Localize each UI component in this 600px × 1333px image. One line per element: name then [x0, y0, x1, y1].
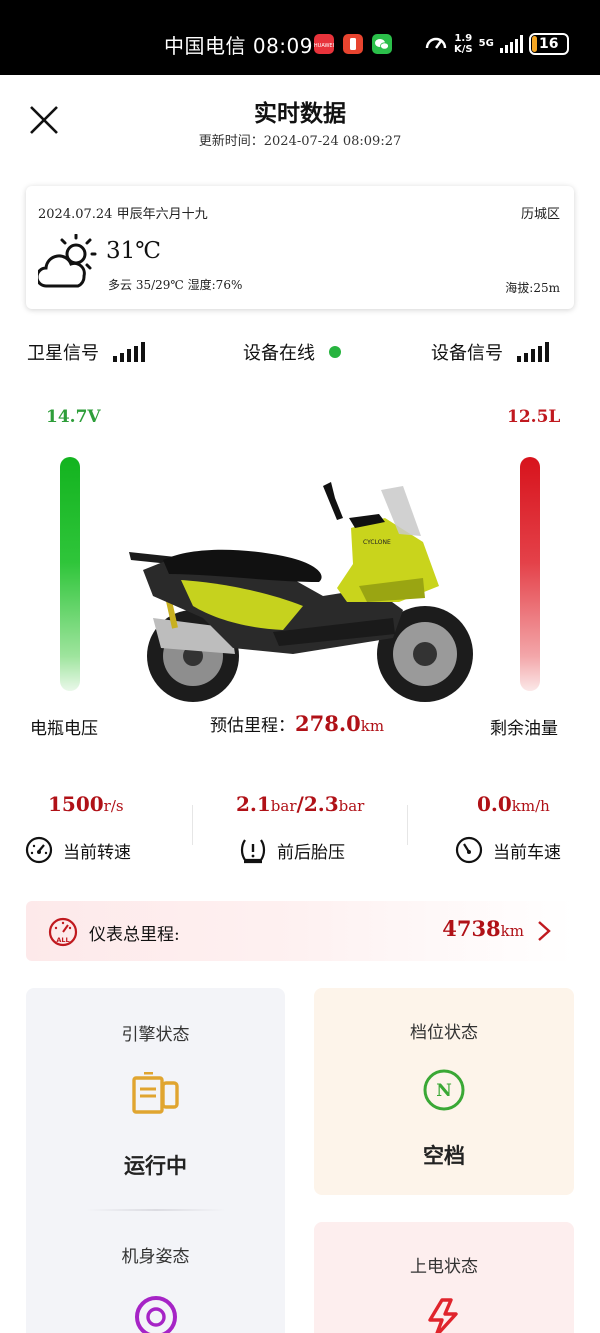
page-title: 实时数据 — [254, 100, 346, 127]
tire-front-value: 2.1 — [236, 792, 271, 816]
battery-level: 16 — [539, 36, 559, 52]
power-status-card: 上电状态 — [314, 1222, 574, 1333]
rpm-unit: r/s — [103, 797, 124, 815]
tire-sep: / — [296, 792, 304, 816]
lightning-icon — [428, 1298, 458, 1333]
tire-front-unit: bar — [270, 797, 297, 815]
tire-rear-unit: bar — [338, 797, 365, 815]
odometer-all-icon: ALL — [48, 917, 78, 947]
battery-indicator: 16 — [528, 33, 569, 55]
battery-fill — [531, 36, 537, 52]
svg-text:HUAWEI: HUAWEI — [314, 43, 334, 49]
weather-temperature: 31℃ — [106, 238, 161, 264]
speed-value: 0.0km/h — [477, 792, 550, 816]
weather-description: 多云 35/29℃ 湿度:76% — [108, 278, 243, 292]
carrier-time: 中国电信 08:09 — [164, 34, 313, 58]
gear-status-card: 档位状态 N 空档 — [314, 988, 574, 1195]
neutral-gear-icon: N — [423, 1069, 465, 1111]
gear-letter: N — [436, 1081, 452, 1101]
oil-label: 剩余油量 — [490, 719, 558, 739]
device-online-label: 设备在线 — [243, 343, 315, 364]
oil-value: 12.5L — [507, 407, 561, 427]
voltage-value: 14.7V — [46, 407, 101, 427]
device-online: 设备在线 — [243, 339, 341, 365]
device-signal-icon — [517, 342, 549, 362]
odometer-number: 4738 — [442, 916, 501, 941]
device-signal-label: 设备信号 — [431, 343, 503, 364]
speed-number: 0.0 — [477, 792, 512, 816]
partly-cloudy-icon — [38, 234, 97, 288]
range-label: 预估里程： — [210, 716, 295, 736]
metric-divider — [407, 805, 408, 845]
rpm-label: 当前转速 — [63, 842, 131, 863]
speedometer-icon — [425, 37, 447, 49]
network-type: 5G — [478, 38, 494, 49]
cell-signal-icon — [499, 35, 523, 53]
huawei-app-icon: HUAWEI — [314, 34, 334, 54]
device-signal: 设备信号 — [431, 339, 549, 365]
rpm-metric: 当前转速 — [25, 836, 131, 864]
odometer-banner[interactable]: ALL 仪表总里程: 4738km — [26, 901, 574, 961]
weather-date: 2024.07.24 甲辰年六月十九 — [38, 207, 208, 222]
tire-pressure-metric: 前后胎压 — [239, 836, 345, 864]
wechat-icon — [372, 34, 392, 54]
odometer-icon-text: ALL — [56, 936, 69, 944]
speedometer-icon — [455, 836, 483, 864]
rpm-value: 1500r/s — [48, 792, 124, 816]
power-status-title: 上电状态 — [410, 1257, 478, 1277]
odometer-unit: km — [500, 922, 524, 940]
speed-label: 当前车速 — [493, 842, 561, 863]
update-label: 更新时间： — [198, 134, 264, 149]
tire-rear-value: 2.3 — [303, 792, 339, 816]
weather-card: 2024.07.24 甲辰年六月十九 历城区 31℃ 多云 35/29℃ 湿度:… — [26, 186, 574, 309]
status-right-cluster: 1.9 K/S 5G 16 — [424, 30, 569, 58]
tire-pressure-icon — [240, 839, 266, 864]
net-speed: 1.9 K/S — [454, 33, 473, 55]
estimated-range: 预估里程：278.0km — [210, 711, 384, 736]
satellite-signal-label: 卫星信号 — [27, 343, 99, 364]
notification-app-icon — [343, 34, 363, 54]
voltage-label: 电瓶电压 — [30, 719, 98, 739]
card-separator — [86, 1209, 226, 1211]
weather-altitude: 海拔:25m — [505, 281, 560, 295]
speed-unit: km/h — [511, 797, 550, 815]
tire-pressure-label: 前后胎压 — [277, 842, 345, 863]
oil-gauge — [520, 457, 540, 691]
tire-pressure-value: 2.1bar/2.3bar — [236, 792, 364, 816]
range-value: 278.0 — [295, 711, 361, 736]
range-unit: km — [360, 717, 385, 735]
posture-icon — [134, 1296, 177, 1333]
voltage-gauge — [60, 457, 80, 691]
chevron-right-icon[interactable] — [536, 920, 552, 942]
odometer-label: 仪表总里程: — [89, 925, 180, 945]
status-bar: 中国电信 08:09 HUAWEI 1.9 K/S 5G 16 — [0, 0, 600, 75]
weather-district: 历城区 — [520, 207, 560, 222]
online-status-dot — [329, 346, 341, 358]
gear-status-value: 空档 — [423, 1143, 465, 1168]
engine-icon — [131, 1072, 179, 1114]
odometer-value: 4738km — [442, 916, 524, 941]
svg-text:CYCLONE: CYCLONE — [363, 539, 391, 546]
update-time: 更新时间：2024-07-24 08:09:27 — [0, 130, 600, 149]
scooter-image: CYCLONE — [129, 482, 473, 702]
satellite-signal-icon — [113, 342, 145, 362]
satellite-signal: 卫星信号 — [27, 339, 145, 365]
engine-status-card: 引擎状态 运行中 机身姿态 — [26, 988, 285, 1333]
engine-status-value: 运行中 — [124, 1153, 187, 1178]
speed-metric: 当前车速 — [455, 836, 561, 864]
gear-status-title: 档位状态 — [410, 1023, 478, 1043]
tachometer-icon — [25, 836, 53, 864]
posture-title: 机身姿态 — [121, 1247, 190, 1267]
rpm-number: 1500 — [48, 792, 104, 816]
update-timestamp: 2024-07-24 08:09:27 — [263, 134, 402, 149]
metric-divider — [192, 805, 193, 845]
engine-status-title: 引擎状态 — [121, 1025, 190, 1045]
